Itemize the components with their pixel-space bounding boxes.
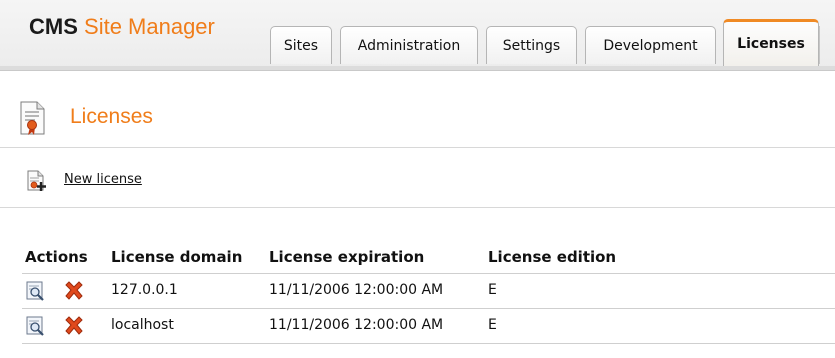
view-icon[interactable] xyxy=(25,315,47,337)
column-header-expiration: License expiration xyxy=(269,248,425,266)
table-row: 127.0.0.1 11/11/2006 12:00:00 AM E xyxy=(22,274,835,309)
header-bar: CMS Site Manager Sites Administration Se… xyxy=(0,0,835,71)
tab-label: Licenses xyxy=(737,36,805,52)
column-header-actions: Actions xyxy=(25,248,88,266)
table-header-row: Actions License domain License expiratio… xyxy=(22,243,835,274)
license-expiration-cell: 11/11/2006 12:00:00 AM xyxy=(269,317,444,333)
table-row: localhost 11/11/2006 12:00:00 AM E xyxy=(22,309,835,344)
tab-label: Administration xyxy=(357,37,461,54)
delete-icon[interactable] xyxy=(63,280,85,302)
divider xyxy=(0,207,835,208)
license-domain-cell: 127.0.0.1 xyxy=(111,282,178,298)
logo-site-manager-text: Site Manager xyxy=(84,14,215,39)
license-domain-cell: localhost xyxy=(111,317,174,333)
tab-settings[interactable]: Settings xyxy=(486,26,577,64)
page-title: Licenses xyxy=(70,105,153,128)
delete-icon[interactable] xyxy=(63,315,85,337)
logo-cms-text: CMS xyxy=(29,14,78,39)
tab-development[interactable]: Development xyxy=(585,26,716,64)
license-expiration-cell: 11/11/2006 12:00:00 AM xyxy=(269,282,444,298)
tab-label: Settings xyxy=(502,37,561,54)
license-edition-cell: E xyxy=(488,282,497,298)
tab-sites[interactable]: Sites xyxy=(270,26,332,64)
tab-licenses[interactable]: Licenses xyxy=(723,19,819,66)
column-header-edition: License edition xyxy=(488,248,617,266)
view-icon[interactable] xyxy=(25,280,47,302)
new-license-icon[interactable] xyxy=(26,170,48,192)
license-edition-cell: E xyxy=(488,317,497,333)
license-certificate-icon xyxy=(18,100,48,136)
header-divider xyxy=(0,66,835,70)
tab-strip-edge xyxy=(819,26,835,64)
tab-label: Sites xyxy=(283,37,319,54)
column-header-domain: License domain xyxy=(111,248,243,266)
divider xyxy=(0,147,835,148)
tab-administration[interactable]: Administration xyxy=(340,26,478,64)
new-license-link[interactable]: New license xyxy=(64,172,142,187)
tab-label: Development xyxy=(603,37,698,54)
app-logo: CMS Site Manager xyxy=(29,14,215,40)
